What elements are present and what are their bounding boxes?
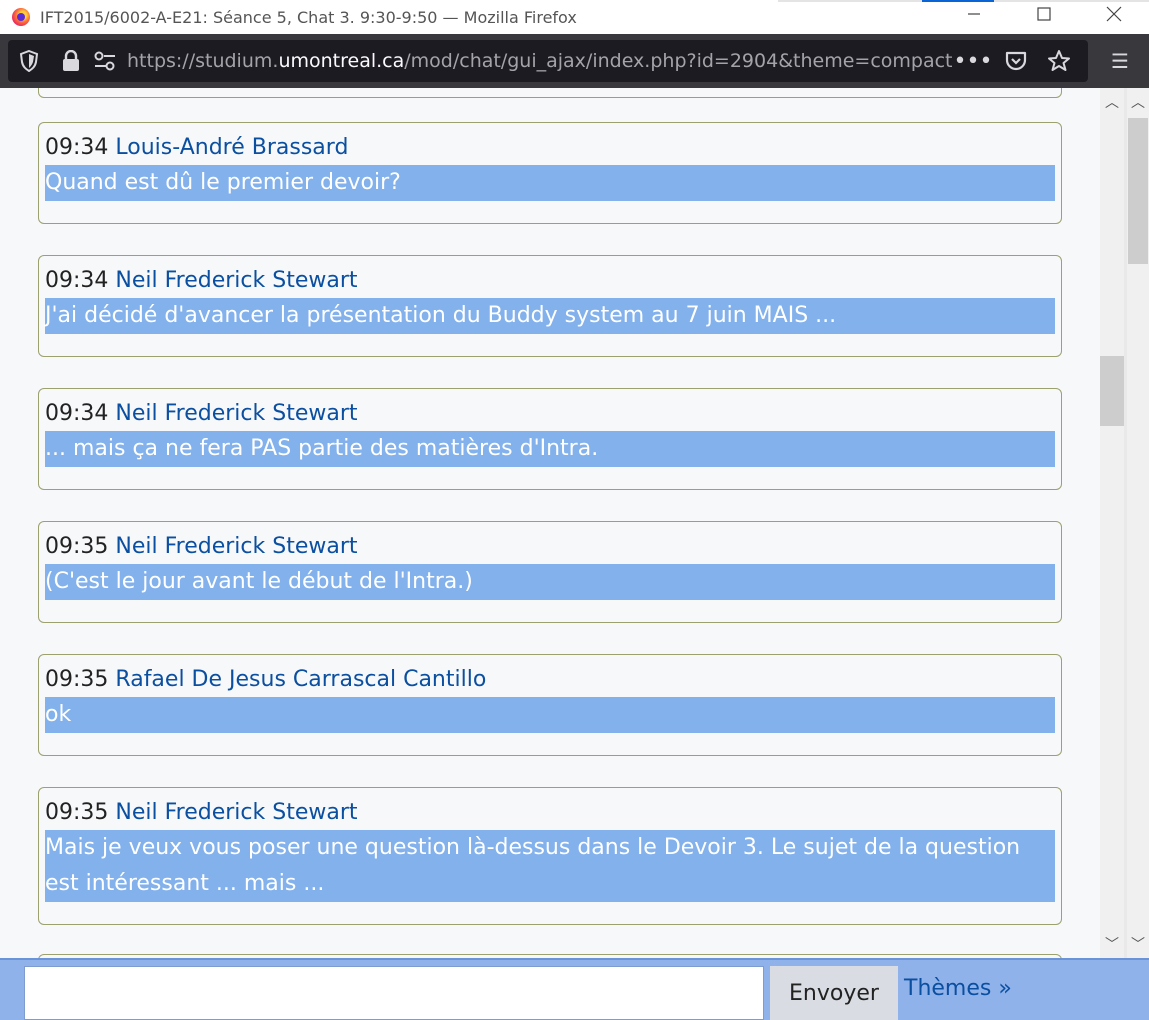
message-header: 09:35 Rafael De Jesus Carrascal Cantillo [45,663,1055,697]
message-user-link[interactable]: Neil Frederick Stewart [115,401,357,426]
message-time: 09:35 [45,800,109,825]
chat-message: 09:35 Neil Frederick Stewart (C'est le j… [38,521,1062,623]
message-text: ok [45,697,1055,733]
scroll-up-arrow-icon[interactable]: ︿ [1127,92,1149,112]
chat-message: 09:34 Neil Frederick Stewart ... mais ça… [38,388,1062,490]
chat-vertical-scrollbar[interactable]: ︿ ﹀ [1100,88,1124,958]
message-user-link[interactable]: Neil Frederick Stewart [115,534,357,559]
message-user-link[interactable]: Rafael De Jesus Carrascal Cantillo [115,667,486,692]
chat-messages-area[interactable]: 09:34 Louis-André Brassard Quand est dû … [0,88,1100,958]
send-button[interactable]: Envoyer [770,966,898,1020]
themes-link[interactable]: Thèmes » [904,976,1012,1001]
chat-message: 09:35 Rafael De Jesus Carrascal Cantillo… [38,654,1062,756]
minimize-icon [968,13,980,15]
message-time: 09:34 [45,135,109,160]
url-path: /mod/chat/gui_ajax/index.php?id=2904&the… [404,50,953,72]
message-text: ... mais ça ne fera PAS partie des matiè… [45,431,1055,467]
message-time: 09:34 [45,401,109,426]
chat-message: 09:34 Neil Frederick Stewart J'ai décidé… [38,255,1062,357]
tracking-protection-shield-icon[interactable] [18,49,40,73]
users-scrollbar-thumb[interactable] [1128,118,1148,264]
chat-message: 09:35 Neil Frederick Stewart Mais je veu… [38,787,1062,925]
maximize-button[interactable] [1009,0,1079,28]
message-text: J'ai décidé d'avancer la présentation du… [45,298,1055,334]
message-header: 09:34 Neil Frederick Stewart [45,397,1055,431]
message-header: 09:35 Neil Frederick Stewart [45,796,1055,830]
hamburger-menu-icon[interactable]: ☰ [1106,49,1134,73]
maximize-icon [1037,7,1051,21]
chat-message: 09:34 Louis-André Brassard Quand est dû … [38,122,1062,224]
lock-icon[interactable] [60,49,82,73]
window-controls [939,0,1149,34]
message-text: (C'est le jour avant le début de l'Intra… [45,564,1055,600]
bookmark-star-icon[interactable] [1046,49,1072,73]
url-text[interactable]: https://studium.umontreal.ca/mod/chat/gu… [127,50,953,72]
firefox-logo-icon [12,8,30,26]
message-header: 09:34 Neil Frederick Stewart [45,264,1055,298]
chat-scrollbar-thumb[interactable] [1100,356,1124,426]
message-header: 09:34 Louis-André Brassard [45,131,1055,165]
chat-page: 09:34 Louis-André Brassard Quand est dû … [0,88,1149,1020]
url-bar[interactable]: https://studium.umontreal.ca/mod/chat/gu… [8,40,1088,82]
message-time: 09:35 [45,667,109,692]
message-text: Mais je veux vous poser une question là-… [45,830,1055,902]
message-user-link[interactable]: Neil Frederick Stewart [115,268,357,293]
page-actions-menu-icon[interactable]: ••• [954,49,993,74]
browser-toolbar: https://studium.umontreal.ca/mod/chat/gu… [0,34,1149,88]
url-host: umontreal.ca [278,50,405,72]
message-time: 09:34 [45,268,109,293]
close-icon [1106,6,1122,22]
chat-message-partial [38,88,1062,98]
permissions-icon[interactable] [92,49,118,73]
scroll-down-arrow-icon[interactable]: ﹀ [1127,934,1149,954]
message-time: 09:35 [45,534,109,559]
close-button[interactable] [1079,0,1149,28]
url-prefix: https://studium. [127,50,279,72]
users-vertical-scrollbar[interactable]: ︿ ﹀ [1127,88,1149,958]
window-titlebar: IFT2015/6002-A-E21: Séance 5, Chat 3. 9:… [0,0,1149,34]
message-user-link[interactable]: Neil Frederick Stewart [115,800,357,825]
window-title: IFT2015/6002-A-E21: Séance 5, Chat 3. 9:… [40,7,577,27]
message-text: Quand est dû le premier devoir? [45,165,1055,201]
pocket-icon[interactable] [1003,49,1029,73]
chat-input-bar: Envoyer Thèmes » [0,958,1149,1020]
scroll-down-arrow-icon[interactable]: ﹀ [1100,934,1124,954]
scroll-up-arrow-icon[interactable]: ︿ [1100,92,1124,112]
message-header: 09:35 Neil Frederick Stewart [45,530,1055,564]
chat-message-input[interactable] [24,966,764,1020]
message-user-link[interactable]: Louis-André Brassard [115,135,348,160]
minimize-button[interactable] [939,0,1009,28]
